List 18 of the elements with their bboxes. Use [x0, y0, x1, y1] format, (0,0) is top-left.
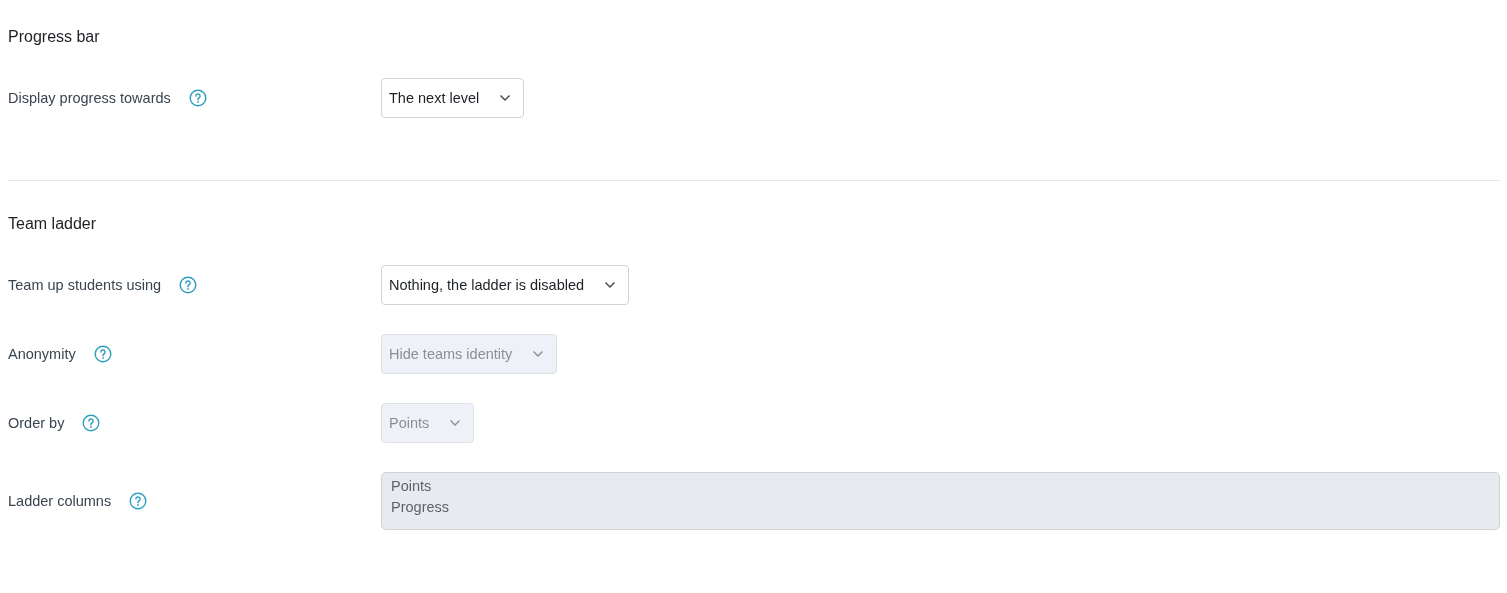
help-icon[interactable]	[129, 492, 148, 510]
section-heading: Team ladder	[8, 214, 98, 234]
chevron-down-icon	[532, 350, 545, 358]
help-icon[interactable]	[82, 414, 101, 432]
field-label: Ladder columns	[8, 493, 112, 509]
chevron-down-icon	[604, 281, 617, 289]
help-icon[interactable]	[188, 89, 207, 107]
chevron-down-icon	[499, 94, 512, 102]
field-label: Display progress towards	[8, 90, 171, 106]
help-icon[interactable]	[93, 345, 112, 363]
field-label: Anonymity	[8, 346, 76, 362]
field-label: Order by	[8, 415, 65, 431]
section-heading: Progress bar	[8, 27, 101, 47]
help-icon[interactable]	[179, 276, 198, 294]
field-label: Team up students using	[8, 277, 162, 293]
select-dropdown[interactable]: The next level	[381, 78, 525, 118]
chevron-down-icon	[449, 419, 462, 427]
select-dropdown[interactable]: Nothing, the ladder is disabled	[381, 265, 630, 305]
